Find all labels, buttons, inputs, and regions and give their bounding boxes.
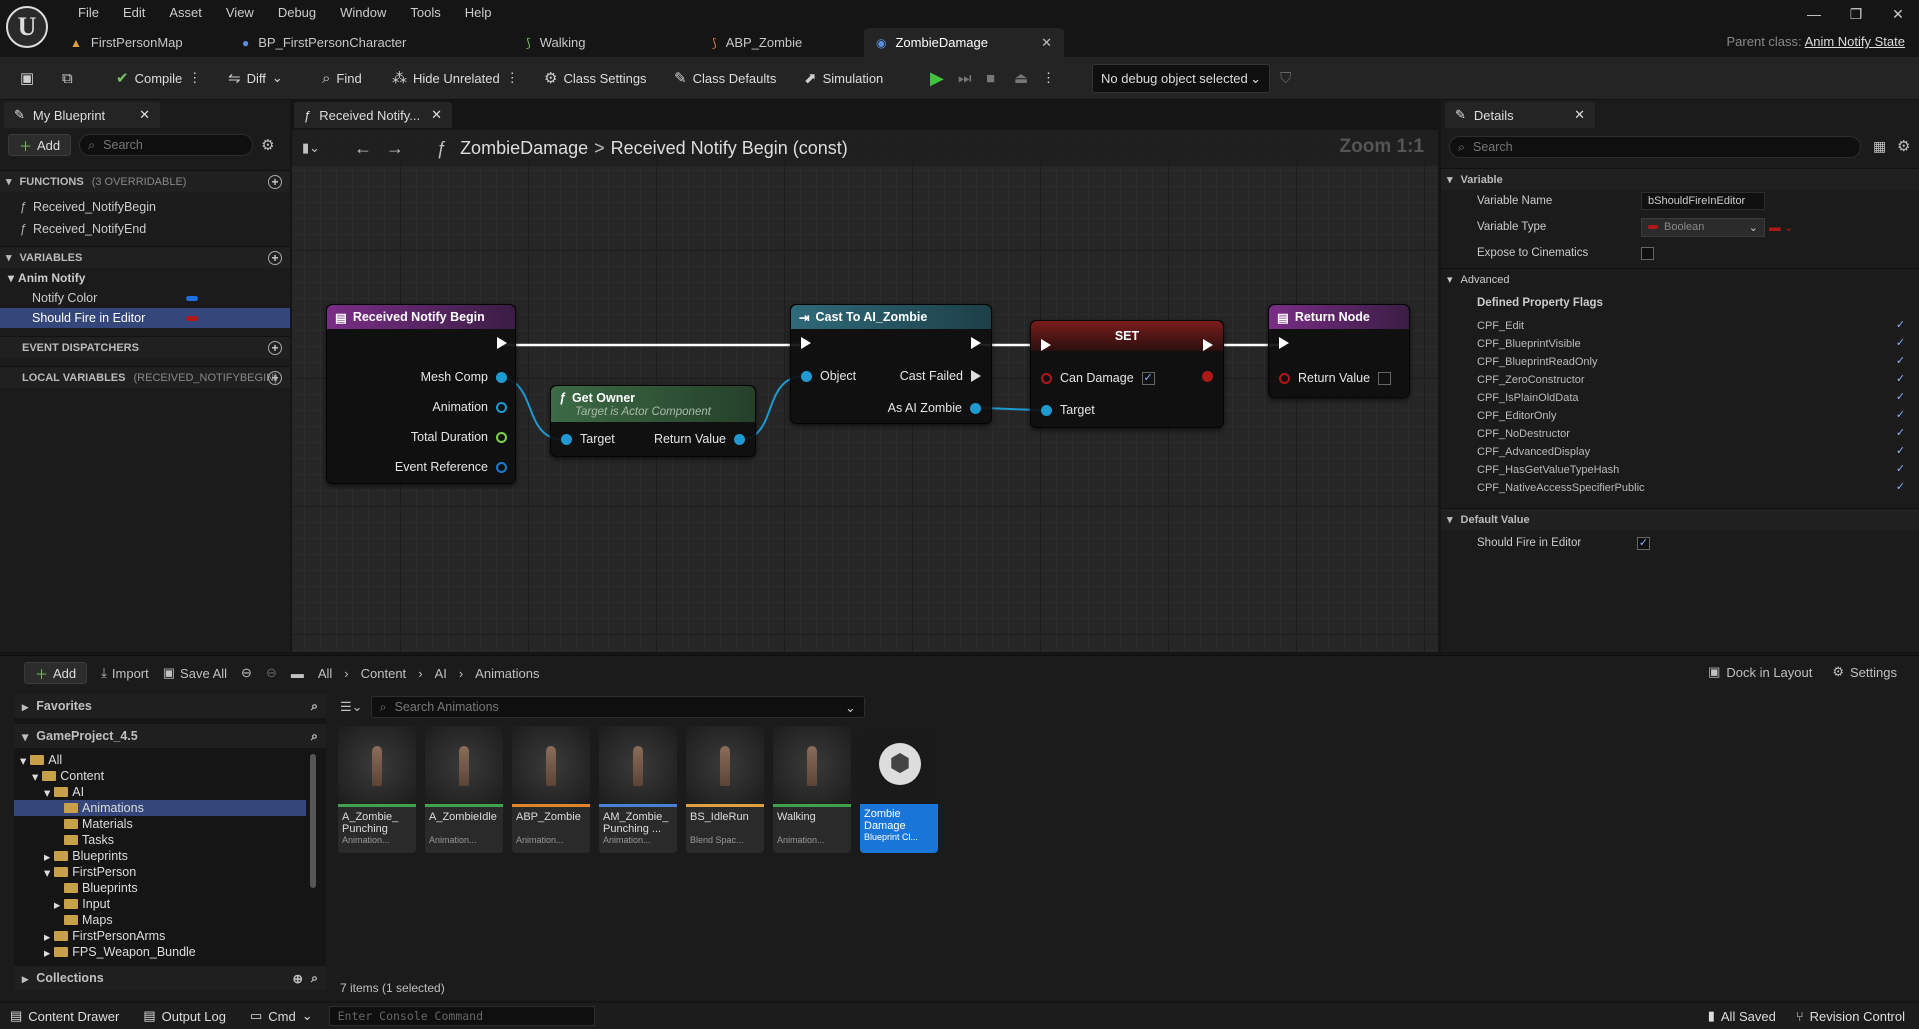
function-icon: ƒ (559, 390, 566, 405)
exec-out-pin[interactable] (971, 337, 981, 349)
pin-can-damage-out[interactable] (1202, 371, 1213, 382)
node-header: ƒ Get Owner Target is Actor Component (551, 386, 755, 422)
object-pin-icon (496, 401, 507, 413)
graph-header: ▮⌄ ← → ƒ ZombieDamage > Received Notify … (292, 130, 1438, 166)
exec-pin-icon (971, 370, 981, 382)
object-pin-icon (561, 433, 572, 445)
exec-in-pin[interactable] (1279, 337, 1289, 349)
event-icon: ▤ (335, 310, 347, 325)
exec-in-pin[interactable] (1041, 339, 1051, 351)
exec-out-pin[interactable] (1203, 339, 1213, 351)
node-return[interactable]: ▤ Return Node Return Value (1268, 304, 1410, 398)
return-icon: ▤ (1277, 310, 1289, 325)
exec-out-pin[interactable] (497, 337, 507, 349)
pin-return-value[interactable]: Return Value (654, 432, 745, 446)
breadcrumb-function: Received Notify Begin (const) (610, 137, 848, 158)
pin-target[interactable]: Target (1041, 403, 1095, 417)
bool-pin-icon (1041, 372, 1052, 384)
pin-total-duration[interactable]: Total Duration (411, 430, 507, 444)
node-get-owner[interactable]: ƒ Get Owner Target is Actor Component Tar… (550, 385, 756, 457)
breadcrumb-root[interactable]: ZombieDamage (460, 138, 588, 159)
object-pin-icon (734, 433, 745, 445)
bookmark-icon[interactable]: ▮⌄ (302, 140, 320, 156)
exec-pin-icon (801, 337, 811, 349)
object-pin-icon (496, 371, 507, 383)
forward-arrow-icon[interactable]: → (386, 138, 404, 159)
struct-pin-icon (496, 461, 507, 473)
bool-pin-icon (1279, 372, 1290, 384)
exec-pin-icon (1203, 339, 1213, 351)
pin-mesh-comp[interactable]: Mesh Comp (421, 370, 507, 384)
float-pin-icon (496, 431, 507, 443)
breadcrumb-separator: > (594, 137, 605, 158)
exec-pin-icon (1041, 339, 1051, 351)
object-pin-icon (970, 402, 981, 414)
pin-as-ai-zombie[interactable]: As AI Zombie (888, 401, 981, 415)
pin-animation[interactable]: Animation (432, 400, 507, 414)
node-cast-to-ai-zombie[interactable]: ⇥ Cast To AI_Zombie Object Cast Failed As… (790, 304, 992, 424)
object-pin-icon (1041, 404, 1052, 416)
exec-pin-icon (971, 337, 981, 349)
exec-pin-icon (1279, 337, 1289, 349)
node-header: ⇥ Cast To AI_Zombie (791, 305, 991, 329)
checkbox-checked-icon[interactable]: ✓ (1141, 371, 1155, 385)
node-header: ▤ Received Notify Begin (327, 305, 515, 329)
pin-object[interactable]: Object (801, 369, 856, 383)
exec-pin-icon (497, 337, 507, 349)
back-arrow-icon[interactable]: ← (354, 138, 372, 159)
function-icon: ƒ (436, 137, 447, 158)
exec-in-pin[interactable] (801, 337, 811, 349)
object-pin-icon (801, 370, 812, 382)
pin-event-reference[interactable]: Event Reference (395, 460, 507, 474)
pin-target[interactable]: Target (561, 432, 615, 446)
zoom-level: Zoom 1:1 (1339, 136, 1424, 157)
node-header: SET (1031, 321, 1223, 351)
pin-return-value[interactable]: Return Value (1279, 371, 1392, 385)
cast-icon: ⇥ (799, 310, 810, 325)
node-received-notify-begin[interactable]: ▤ Received Notify Begin Mesh Comp Animati… (326, 304, 516, 484)
pin-can-damage[interactable]: Can Damage ✓ (1041, 371, 1155, 385)
node-header: ▤ Return Node (1269, 305, 1409, 329)
checkbox-unchecked-icon[interactable] (1378, 371, 1392, 385)
node-set[interactable]: SET Can Damage ✓ Target (1030, 320, 1224, 428)
bool-pin-icon (1202, 371, 1213, 382)
pin-cast-failed[interactable]: Cast Failed (900, 369, 981, 383)
